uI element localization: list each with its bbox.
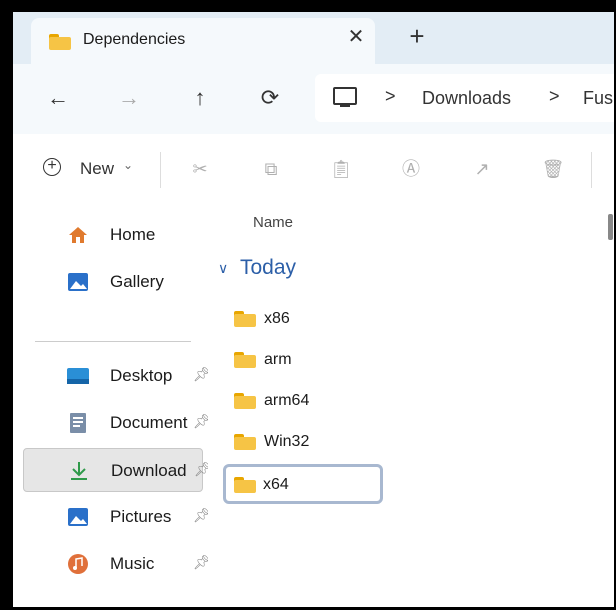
folder-icon bbox=[234, 311, 256, 327]
gallery-icon bbox=[68, 273, 88, 291]
folder-icon bbox=[234, 352, 256, 368]
folder-icon bbox=[49, 34, 71, 50]
desktop-icon bbox=[67, 368, 89, 384]
up-button[interactable]: ↑ bbox=[183, 81, 217, 115]
navigation-bar: ← → ↑ ⟳ > Downloads > Fus bbox=[13, 64, 614, 134]
file-name: x86 bbox=[264, 310, 290, 327]
chevron-down-icon: ⌄ bbox=[123, 158, 134, 172]
sidebar-item-label: Pictures bbox=[110, 507, 172, 526]
plus-circle-icon: + bbox=[43, 158, 61, 176]
folder-icon bbox=[234, 393, 256, 409]
toolbar-divider bbox=[591, 152, 592, 188]
title-bar: Dependencies ✕ + bbox=[13, 12, 614, 64]
refresh-button[interactable]: ⟳ bbox=[253, 81, 287, 115]
file-name: arm bbox=[264, 351, 292, 368]
navigation-pane: Home Gallery Desktop 📌︎ Document 📌︎ Down… bbox=[13, 204, 212, 607]
sidebar-item-pictures[interactable]: Pictures 📌︎ bbox=[23, 495, 211, 539]
home-icon bbox=[69, 227, 87, 243]
back-button[interactable]: ← bbox=[41, 81, 75, 115]
sidebar-item-label: Document bbox=[110, 413, 188, 432]
list-item-selected[interactable]: x64 bbox=[223, 464, 383, 504]
list-item[interactable]: arm64 bbox=[224, 381, 382, 421]
sidebar-item-downloads[interactable]: Download 📌︎ bbox=[23, 448, 212, 492]
address-bar[interactable]: > Downloads > Fus bbox=[315, 74, 614, 122]
sidebar-item-label: Music bbox=[110, 554, 155, 573]
tab-title: Dependencies bbox=[83, 31, 186, 48]
share-icon[interactable]: ↗ bbox=[469, 156, 495, 182]
folder-icon bbox=[234, 434, 256, 450]
list-item[interactable]: Win32 bbox=[224, 422, 382, 462]
group-label: Today bbox=[240, 256, 297, 279]
pictures-icon bbox=[68, 508, 88, 526]
breadcrumb-separator[interactable]: > bbox=[549, 86, 560, 107]
music-icon bbox=[68, 554, 88, 574]
file-name: Win32 bbox=[264, 433, 310, 450]
file-name: arm64 bbox=[264, 392, 310, 409]
sidebar-item-music[interactable]: Music 📌︎ bbox=[23, 542, 211, 586]
file-name: x64 bbox=[263, 476, 289, 493]
new-label: New bbox=[80, 159, 115, 178]
column-header-name[interactable]: Name bbox=[253, 214, 293, 231]
documents-icon bbox=[70, 413, 86, 433]
tab-dependencies[interactable]: Dependencies ✕ bbox=[31, 18, 375, 64]
download-icon bbox=[71, 462, 87, 480]
this-pc-icon[interactable] bbox=[333, 87, 357, 107]
list-item[interactable]: arm bbox=[224, 340, 382, 380]
file-explorer-window: Dependencies ✕ + ← → ↑ ⟳ > Downloads > F… bbox=[13, 12, 614, 610]
cut-icon[interactable]: ✂ bbox=[187, 156, 213, 182]
close-tab-button[interactable]: ✕ bbox=[344, 24, 368, 49]
chevron-down-icon: ∨ bbox=[218, 260, 229, 276]
breadcrumb-fus[interactable]: Fus bbox=[583, 88, 613, 109]
sidebar-divider bbox=[35, 341, 191, 342]
folder-icon bbox=[234, 477, 256, 493]
forward-button[interactable]: → bbox=[112, 81, 146, 115]
sidebar-item-home[interactable]: Home bbox=[23, 213, 203, 257]
sidebar-item-label: Desktop bbox=[110, 366, 173, 385]
command-bar: + New ⌄ ✂ ⧉ 📋︎ Ⓐ ↗ 🗑︎ bbox=[13, 134, 614, 205]
scrollbar[interactable] bbox=[608, 214, 613, 240]
new-tab-button[interactable]: + bbox=[405, 23, 429, 49]
breadcrumb-separator[interactable]: > bbox=[385, 86, 396, 107]
sidebar-item-documents[interactable]: Document 📌︎ bbox=[23, 401, 211, 445]
delete-icon[interactable]: 🗑︎ bbox=[540, 156, 566, 182]
sidebar-item-label: Home bbox=[110, 225, 156, 244]
sidebar-item-desktop[interactable]: Desktop 📌︎ bbox=[23, 354, 211, 398]
file-list: Name ∨ Today x86 arm arm64 Win32 x64 bbox=[208, 204, 614, 607]
list-item[interactable]: x86 bbox=[224, 299, 382, 339]
paste-icon[interactable]: 📋︎ bbox=[328, 156, 354, 182]
rename-icon[interactable]: Ⓐ bbox=[398, 156, 424, 182]
sidebar-item-label: Download bbox=[111, 461, 187, 480]
toolbar-divider bbox=[160, 152, 161, 188]
breadcrumb-downloads[interactable]: Downloads bbox=[422, 88, 511, 109]
sidebar-item-gallery[interactable]: Gallery bbox=[23, 260, 203, 304]
copy-icon[interactable]: ⧉ bbox=[258, 156, 284, 182]
sidebar-item-label: Gallery bbox=[110, 272, 164, 291]
